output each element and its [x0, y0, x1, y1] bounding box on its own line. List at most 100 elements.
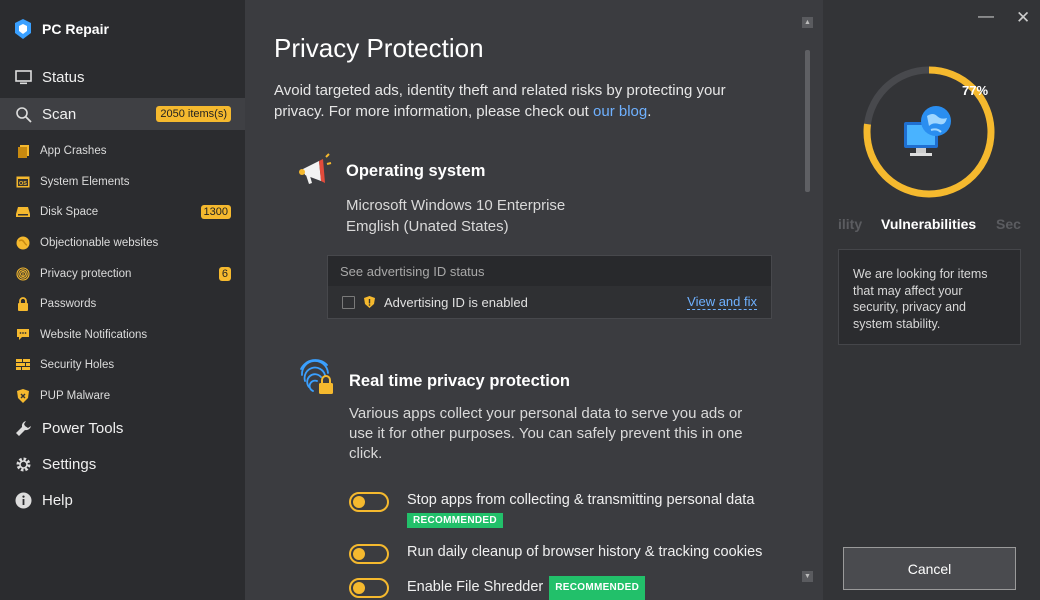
sidebar-item-label: Passwords — [40, 298, 97, 311]
nav-status[interactable]: Status — [0, 62, 245, 92]
cancel-button[interactable]: Cancel — [843, 547, 1016, 590]
toggle-row: Stop apps from collecting & transmitting… — [349, 490, 754, 528]
intro-text: Avoid targeted ads, identity theft and r… — [274, 80, 764, 122]
toggle-row: Enable File Shredder RECOMMENDED — [349, 576, 646, 600]
brand: PC Repair — [12, 18, 109, 40]
scan-count-badge: 2050 items(s) — [156, 106, 231, 122]
sidebar-item-security-holes[interactable]: Security Holes — [0, 350, 245, 381]
advertising-id-box: See advertising ID status Advertising ID… — [327, 255, 772, 319]
toggle-label: Enable File Shredder — [407, 579, 544, 595]
sidebar-item-website-notifications[interactable]: Website Notifications — [0, 320, 245, 351]
advertising-id-label: Advertising ID is enabled — [384, 294, 528, 310]
os-section-title: Operating system — [346, 162, 486, 180]
scroll-up-icon[interactable]: ▲ — [802, 17, 813, 28]
disk-icon — [16, 205, 30, 219]
info-icon — [14, 491, 32, 509]
sidebar-item-label: Privacy protection — [40, 267, 132, 280]
sidebar-item-label: Security Holes — [40, 359, 115, 372]
scroll-thumb[interactable] — [805, 50, 810, 192]
count-badge: 1300 — [200, 205, 231, 220]
os-language: Emglish (Unated States) — [346, 218, 509, 235]
nav-power-tools[interactable]: Power Tools — [0, 413, 245, 443]
warning-shield-icon — [364, 296, 375, 308]
scan-info-box: We are looking for items that may affect… — [838, 249, 1021, 345]
sidebar-item-system-elements[interactable]: OS System Elements — [0, 167, 245, 198]
nav-help[interactable]: Help — [0, 485, 245, 515]
page-title: Privacy Protection — [274, 33, 484, 63]
sidebar-item-objectionable-websites[interactable]: Objectionable websites — [0, 228, 245, 259]
shield-x-icon — [16, 389, 30, 404]
sidebar-item-passwords[interactable]: Passwords — [0, 289, 245, 320]
megaphone-icon — [299, 153, 332, 184]
sidebar-item-pup-malware[interactable]: PUP Malware — [0, 381, 245, 412]
monitor-icon — [14, 68, 32, 86]
app-logo-icon — [15, 19, 31, 39]
realtime-description: Various apps collect your personal data … — [349, 405, 743, 462]
bricks-icon — [16, 358, 30, 372]
carousel-next-label: Sec — [996, 216, 1021, 232]
sidebar-item-app-crashes[interactable]: App Crashes — [0, 136, 245, 167]
toggle-label: Stop apps from collecting & transmitting… — [407, 492, 755, 508]
sidebar-item-label: Website Notifications — [40, 328, 148, 341]
scrollbar[interactable]: ▲ ▼ — [802, 17, 816, 587]
close-icon[interactable]: ✕ — [1016, 8, 1032, 28]
nav-settings-label: Settings — [42, 455, 97, 473]
document-icon — [16, 144, 30, 159]
fingerprint-lock-icon — [300, 359, 333, 394]
minimize-icon[interactable]: — — [978, 8, 994, 28]
sidebar-item-privacy-protection[interactable]: Privacy protection 6 — [0, 258, 245, 289]
advertising-id-checkbox[interactable] — [342, 295, 355, 309]
sidebar: PC Repair Status Scan 2050 items(s) App … — [0, 0, 245, 600]
blog-link[interactable]: our blog — [593, 103, 647, 120]
nav-status-label: Status — [42, 68, 85, 86]
nav-power-tools-label: Power Tools — [42, 419, 124, 437]
fingerprint-icon — [16, 267, 30, 281]
intro-end: . — [647, 103, 652, 120]
view-and-fix-link[interactable]: View and fix — [687, 294, 757, 310]
nav-help-label: Help — [42, 491, 73, 509]
carousel-prev-label: ility — [838, 216, 863, 232]
scan-progress-panel: — ✕ 77% ility Vulnerabilities Sec We are… — [823, 0, 1040, 600]
nav-settings[interactable]: Settings — [0, 449, 245, 479]
toggle-knob — [353, 582, 365, 594]
realtime-section-title: Real time privacy protection — [349, 372, 570, 390]
os-icon: OS — [16, 175, 30, 189]
progress-percentage: 77% — [962, 83, 989, 98]
advertising-id-header: See advertising ID status — [328, 256, 771, 286]
recommended-badge: RECOMMENDED — [407, 513, 503, 528]
nav-scan-label: Scan — [42, 105, 77, 123]
computer-globe-icon — [904, 106, 951, 156]
main-content: Privacy Protection Avoid targeted ads, i… — [245, 0, 823, 600]
toggle-file-shredder[interactable] — [349, 578, 389, 598]
app-name: PC Repair — [42, 21, 109, 37]
nav-scan[interactable]: Scan 2050 items(s) — [0, 98, 245, 130]
count-badge: 6 — [218, 266, 231, 281]
os-version: Microsoft Windows 10 Enterprise — [346, 197, 566, 214]
lock-icon — [16, 297, 30, 312]
toggle-stop-apps[interactable] — [349, 492, 389, 512]
toggle-row: Run daily cleanup of browser history & t… — [349, 542, 762, 564]
svg-text:OS: OS — [19, 181, 27, 187]
toggle-label-wrap: Enable File Shredder RECOMMENDED — [407, 576, 646, 600]
scan-subnav: App Crashes OS System Elements Disk Space 13… — [0, 136, 245, 411]
carousel-current-label: Vulnerabilities — [881, 216, 977, 232]
recommended-badge: RECOMMENDED — [549, 576, 646, 600]
toggle-knob — [353, 496, 365, 508]
gear-icon — [14, 455, 32, 473]
sidebar-item-label: App Crashes — [40, 145, 107, 158]
sidebar-item-label: PUP Malware — [40, 390, 111, 403]
intro-body: Avoid targeted ads, identity theft and r… — [274, 82, 726, 120]
scan-stage-carousel: ility Vulnerabilities Sec — [838, 216, 1028, 236]
nav: Status Scan 2050 items(s) App Crashes OS S… — [0, 62, 245, 515]
toggle-daily-cleanup[interactable] — [349, 544, 389, 564]
scroll-down-icon[interactable]: ▼ — [802, 571, 813, 582]
sidebar-item-label: System Elements — [40, 175, 130, 188]
sidebar-item-label: Objectionable websites — [40, 237, 159, 250]
sidebar-item-disk-space[interactable]: Disk Space 1300 — [0, 197, 245, 228]
toggle-knob — [353, 548, 365, 560]
chat-icon — [16, 328, 30, 342]
wrench-icon — [14, 419, 32, 437]
sidebar-item-label: Disk Space — [40, 206, 99, 219]
globe-icon — [16, 236, 30, 250]
toggle-label: Run daily cleanup of browser history & t… — [407, 544, 763, 560]
